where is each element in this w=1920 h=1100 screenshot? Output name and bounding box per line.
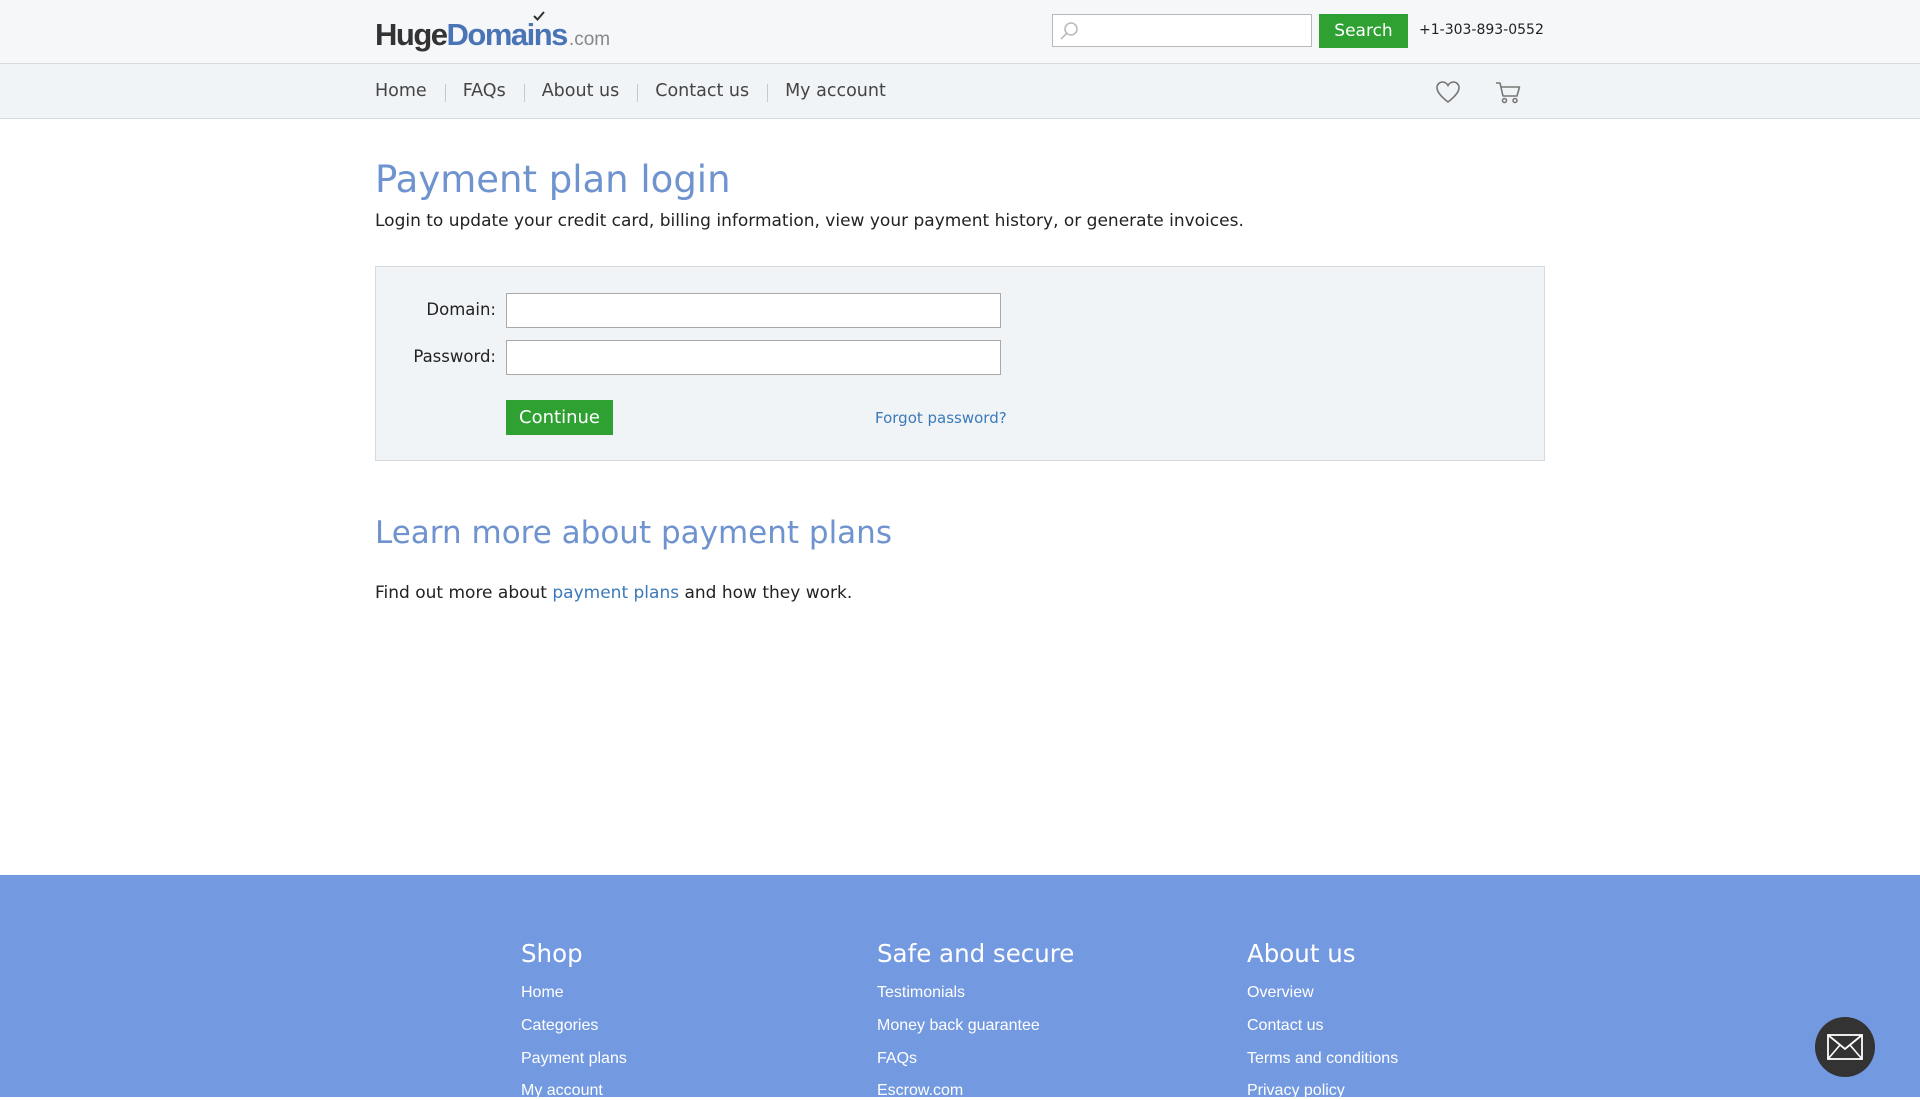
forgot-password-link[interactable]: Forgot password? [875,409,1007,427]
nav-items: Home FAQs About us Contact us My account [375,64,904,118]
heart-icon[interactable] [1434,78,1462,106]
contact-chat-button[interactable] [1815,1017,1875,1077]
footer-link-faqs[interactable]: FAQs [877,1050,917,1068]
top-bar: Huge Domains .com Search +1-303-893-0552 [0,0,1920,64]
search-button[interactable]: Search [1319,14,1408,48]
phone-number: +1-303-893-0552 [1419,22,1544,38]
logo-text-dotcom: .com [568,29,611,50]
domain-label: Domain: [426,300,496,319]
site-logo[interactable]: Huge Domains .com [375,11,611,52]
footer: Shop Home Categories Payment plans My ac… [0,875,1920,1100]
learn-more-text: Find out more about payment plans and ho… [375,583,852,603]
cart-icon[interactable] [1494,78,1522,106]
domain-input[interactable] [506,293,1001,328]
logo-text-huge: Huge [375,17,448,52]
footer-link-payment-plans[interactable]: Payment plans [521,1050,627,1068]
footer-link-terms-and-conditions[interactable]: Terms and conditions [1247,1050,1398,1068]
footer-heading-about-us: About us [1247,939,1356,968]
nav-item-faqs[interactable]: FAQs [444,81,524,102]
nav-item-contact-us[interactable]: Contact us [637,81,767,102]
page-title: Payment plan login [375,158,731,201]
footer-link-categories[interactable]: Categories [521,1017,598,1035]
payment-plans-link[interactable]: payment plans [552,583,679,603]
login-form-panel: Domain: Password: Continue Forgot passwo… [375,266,1545,461]
logo-text-domains-label: Domains [446,17,569,52]
logo-text-domains: Domains [446,11,569,52]
footer-link-contact-us[interactable]: Contact us [1247,1017,1323,1035]
learn-more-title: Learn more about payment plans [375,515,892,551]
footer-heading-shop: Shop [521,939,583,968]
footer-link-money-back-guarantee[interactable]: Money back guarantee [877,1017,1040,1035]
nav-item-home[interactable]: Home [375,81,445,101]
envelope-icon [1827,1034,1863,1060]
nav-item-about-us[interactable]: About us [523,81,638,102]
footer-heading-safe-and-secure: Safe and secure [877,939,1075,968]
main-nav: Home FAQs About us Contact us My account [0,64,1920,119]
nav-item-my-account[interactable]: My account [767,81,904,102]
footer-link-my-account[interactable]: My account [521,1082,603,1100]
search-input[interactable] [1085,17,1311,46]
footer-link-escrow[interactable]: Escrow.com [877,1082,963,1100]
password-input[interactable] [506,340,1001,375]
footer-link-home[interactable]: Home [521,984,564,1002]
search-box [1052,14,1312,47]
password-label: Password: [413,347,496,366]
continue-button[interactable]: Continue [506,400,613,435]
page-subtitle: Login to update your credit card, billin… [375,211,1244,231]
learn-more-text-before: Find out more about [375,583,553,603]
footer-link-privacy-policy[interactable]: Privacy policy [1247,1082,1345,1100]
search-icon [1060,22,1078,40]
logo-check-icon [533,11,545,21]
footer-link-testimonials[interactable]: Testimonials [877,984,965,1002]
footer-link-overview[interactable]: Overview [1247,984,1314,1002]
learn-more-text-after: and how they work. [679,583,853,603]
